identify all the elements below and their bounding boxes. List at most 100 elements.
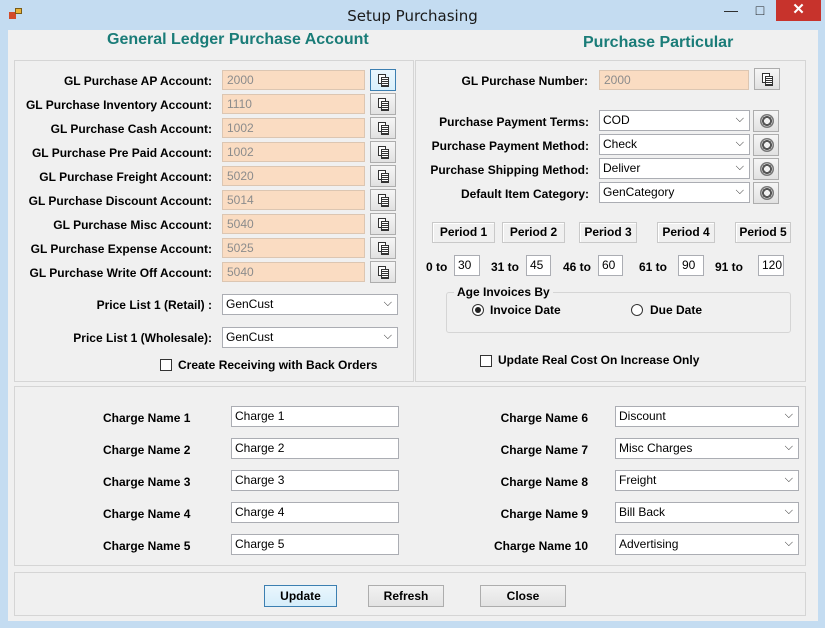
gl-row-field[interactable]: 1110 <box>222 94 365 114</box>
back-orders-checkbox[interactable] <box>160 359 172 371</box>
price-retail-select[interactable]: GenCust ⌵ <box>222 294 398 315</box>
gl-row-field[interactable]: 1002 <box>222 142 365 162</box>
document-icon <box>378 170 389 183</box>
period-4-from: 61 to <box>639 260 668 274</box>
shipping-method-select[interactable]: Deliver ⌵ <box>599 158 750 179</box>
gl-row-lookup-button[interactable] <box>370 69 396 91</box>
gear-icon <box>760 138 774 152</box>
period-3-tab[interactable]: Period 3 <box>579 222 637 243</box>
back-orders-label: Create Receiving with Back Orders <box>178 358 378 372</box>
price-wholesale-value: GenCust <box>226 330 274 344</box>
gl-row-label: GL Purchase Discount Account: <box>28 194 212 208</box>
gl-row-field[interactable]: 5025 <box>222 238 365 258</box>
period-2-from: 31 to <box>491 260 520 274</box>
payment-terms-settings-button[interactable] <box>753 110 779 132</box>
charge-right-select[interactable]: Bill Back ⌵ <box>615 502 799 523</box>
charge-right-value: Discount <box>619 409 666 423</box>
charge-right-label: Charge Name 9 <box>500 507 588 521</box>
gl-row-field[interactable]: 5014 <box>222 190 365 210</box>
charge-left-label: Charge Name 5 <box>103 539 191 553</box>
charge-left-label: Charge Name 1 <box>103 411 191 425</box>
chevron-down-icon: ⌵ <box>784 409 793 421</box>
minimize-button[interactable]: — <box>718 0 744 21</box>
gl-row-field[interactable]: 5020 <box>222 166 365 186</box>
price-retail-value: GenCust <box>226 297 274 311</box>
period-2-to-field[interactable]: 45 <box>526 255 551 276</box>
charge-right-select[interactable]: Freight ⌵ <box>615 470 799 491</box>
gl-row-lookup-button[interactable] <box>370 117 396 139</box>
charge-right-value: Bill Back <box>619 505 666 519</box>
period-4-to-field[interactable]: 90 <box>678 255 704 276</box>
document-icon <box>378 242 389 255</box>
gl-row-label: GL Purchase AP Account: <box>63 74 212 88</box>
chevron-down-icon: ⌵ <box>735 137 744 149</box>
period-3-to-field[interactable]: 60 <box>598 255 623 276</box>
gl-number-field[interactable]: 2000 <box>599 70 749 90</box>
charge-right-select[interactable]: Discount ⌵ <box>615 406 799 427</box>
charge-left-field[interactable]: Charge 1 <box>231 406 399 427</box>
gl-row-label: GL Purchase Cash Account: <box>50 122 212 136</box>
charge-right-value: Misc Charges <box>619 441 693 455</box>
charge-right-select[interactable]: Misc Charges ⌵ <box>615 438 799 459</box>
price-wholesale-select[interactable]: GenCust ⌵ <box>222 327 398 348</box>
period-4-tab[interactable]: Period 4 <box>657 222 715 243</box>
period-5-tab[interactable]: Period 5 <box>735 222 791 243</box>
gl-row-lookup-button[interactable] <box>370 237 396 259</box>
chevron-down-icon: ⌵ <box>784 537 793 549</box>
payment-terms-value: COD <box>603 113 630 127</box>
invoice-date-radio[interactable] <box>472 304 484 316</box>
payment-terms-select[interactable]: COD ⌵ <box>599 110 750 131</box>
refresh-button[interactable]: Refresh <box>368 585 444 607</box>
real-cost-checkbox[interactable] <box>480 355 492 367</box>
item-category-select[interactable]: GenCategory ⌵ <box>599 182 750 203</box>
charge-left-field[interactable]: Charge 3 <box>231 470 399 491</box>
gl-row-field[interactable]: 1002 <box>222 118 365 138</box>
invoice-date-label: Invoice Date <box>490 303 561 317</box>
gl-row-lookup-button[interactable] <box>370 93 396 115</box>
charge-right-select[interactable]: Advertising ⌵ <box>615 534 799 555</box>
payment-method-settings-button[interactable] <box>753 134 779 156</box>
gl-row-field[interactable]: 5040 <box>222 214 365 234</box>
gear-icon <box>760 186 774 200</box>
maximize-button[interactable]: □ <box>746 0 774 21</box>
gear-icon <box>760 114 774 128</box>
price-wholesale-label: Price List 1 (Wholesale): <box>73 331 212 345</box>
charge-left-field[interactable]: Charge 5 <box>231 534 399 555</box>
gl-row-lookup-button[interactable] <box>370 141 396 163</box>
due-date-radio[interactable] <box>631 304 643 316</box>
gl-row-label: GL Purchase Expense Account: <box>30 242 212 256</box>
document-icon <box>762 73 773 86</box>
update-button[interactable]: Update <box>264 585 337 607</box>
gl-number-label: GL Purchase Number: <box>461 74 588 88</box>
payment-method-label: Purchase Payment Method: <box>431 139 589 153</box>
period-5-to-field[interactable]: 120 <box>758 255 784 276</box>
chevron-down-icon: ⌵ <box>735 185 744 197</box>
close-button[interactable]: Close <box>480 585 566 607</box>
gl-row-lookup-button[interactable] <box>370 189 396 211</box>
charge-left-field[interactable]: Charge 4 <box>231 502 399 523</box>
real-cost-label: Update Real Cost On Increase Only <box>498 353 700 367</box>
period-1-tab[interactable]: Period 1 <box>432 222 495 243</box>
shipping-method-settings-button[interactable] <box>753 158 779 180</box>
gl-row-field[interactable]: 5040 <box>222 262 365 282</box>
gl-row-label: GL Purchase Write Off Account: <box>29 266 212 280</box>
gl-row-field[interactable]: 2000 <box>222 70 365 90</box>
close-window-button[interactable]: ✕ <box>776 0 821 21</box>
gl-row-label: GL Purchase Misc Account: <box>53 218 212 232</box>
gl-row-label: GL Purchase Inventory Account: <box>25 98 212 112</box>
charge-left-field[interactable]: Charge 2 <box>231 438 399 459</box>
period-2-tab[interactable]: Period 2 <box>502 222 565 243</box>
chevron-down-icon: ⌵ <box>383 297 392 309</box>
period-1-to-field[interactable]: 30 <box>454 255 480 276</box>
gl-row-lookup-button[interactable] <box>370 213 396 235</box>
gl-row-lookup-button[interactable] <box>370 261 396 283</box>
item-category-settings-button[interactable] <box>753 182 779 204</box>
gl-number-lookup-button[interactable] <box>754 68 780 90</box>
client-area: General Ledger Purchase Account Purchase… <box>8 30 818 621</box>
payment-method-select[interactable]: Check ⌵ <box>599 134 750 155</box>
chevron-down-icon: ⌵ <box>784 473 793 485</box>
charge-right-label: Charge Name 7 <box>500 443 588 457</box>
gl-row-lookup-button[interactable] <box>370 165 396 187</box>
due-date-label: Due Date <box>650 303 703 317</box>
gear-icon <box>760 162 774 176</box>
